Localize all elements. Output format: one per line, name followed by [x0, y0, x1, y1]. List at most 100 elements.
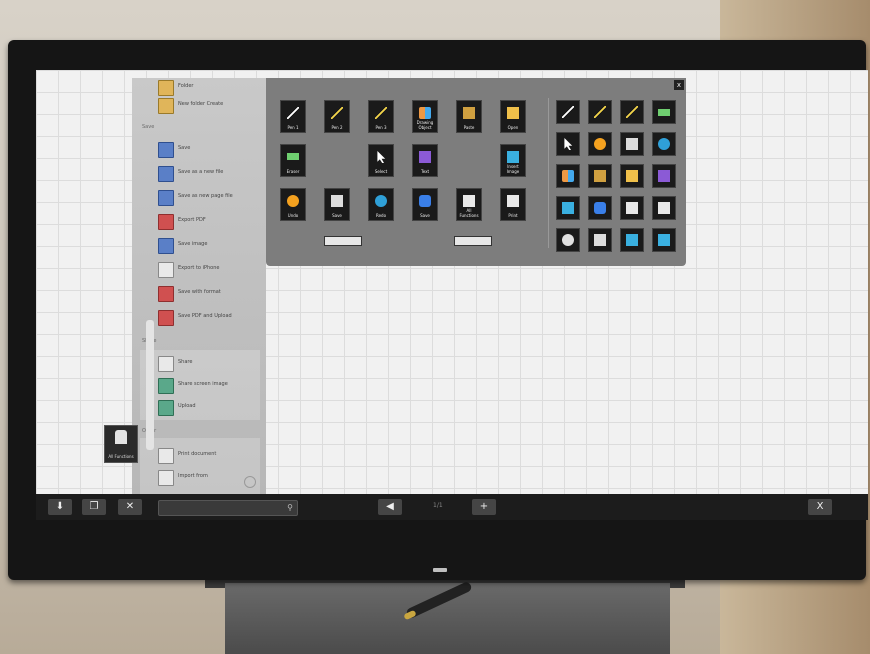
tool-pen-1[interactable]: Pen 1	[280, 100, 306, 133]
tool-save[interactable]: Save	[324, 188, 350, 221]
briefcase-icon	[658, 202, 670, 214]
close-button[interactable]: x	[674, 80, 684, 90]
sidebar-item-save-page[interactable]: Save as new page file	[158, 188, 258, 208]
whiteboard-canvas[interactable]: Folder New folder Create Save Save Save …	[36, 70, 868, 494]
quick-paste[interactable]	[588, 164, 612, 188]
tool-eraser[interactable]: Eraser	[280, 144, 306, 177]
folder-icon	[158, 98, 174, 114]
tool-paste[interactable]: Paste	[456, 100, 482, 133]
sidebar-item-save-as[interactable]: Save as a new file	[158, 164, 258, 184]
sidebar-item-export-pdf[interactable]: Export PDF	[158, 212, 258, 232]
previous-page-button[interactable]: ◀	[378, 499, 402, 515]
quick-open[interactable]	[620, 164, 644, 188]
all-functions-shortcut[interactable]: All Functions	[104, 425, 138, 463]
tool-open[interactable]: Open	[500, 100, 526, 133]
sidebar-scrollbar[interactable]	[146, 320, 154, 450]
sidebar-item-upload[interactable]: Upload	[158, 398, 258, 418]
quick-text[interactable]	[652, 164, 676, 188]
sidebar-item-save-image[interactable]: Save image	[158, 236, 258, 256]
quick-image[interactable]	[556, 196, 580, 220]
tool-drawing-object[interactable]: Drawing Object	[412, 100, 438, 133]
tool-select[interactable]: Select	[368, 144, 394, 177]
redo-icon	[375, 195, 387, 207]
share-icon	[158, 378, 174, 394]
quick-all-functions[interactable]	[652, 196, 676, 220]
quick-mail[interactable]	[620, 228, 644, 252]
folder-icon	[158, 80, 174, 96]
tool-label: Select	[374, 169, 388, 174]
quick-eraser[interactable]	[652, 100, 676, 124]
floppy-icon	[158, 166, 174, 182]
gear-icon[interactable]	[244, 476, 256, 488]
quick-pen-2[interactable]	[588, 100, 612, 124]
folder-icon	[626, 170, 638, 182]
floppy-icon	[419, 195, 431, 207]
tool-undo[interactable]: Undo	[280, 188, 306, 221]
tool-pen-2[interactable]: Pen 2	[324, 100, 350, 133]
tool-label: Paste	[463, 125, 475, 130]
tools-button[interactable]: ✕	[118, 499, 142, 515]
cursor-icon	[564, 138, 573, 150]
sidebar-item-label: Export PDF	[178, 217, 206, 223]
tool-all-functions[interactable]: All Functions	[456, 188, 482, 221]
upload-icon	[158, 400, 174, 416]
sidebar-item-import[interactable]: Import from	[158, 468, 258, 488]
pen-icon	[562, 106, 574, 118]
sidebar-item-label: Export to iPhone	[178, 265, 220, 271]
download-button[interactable]: ⬇	[48, 499, 72, 515]
copy-button[interactable]: ❐	[82, 499, 106, 515]
tool-print[interactable]: Print	[500, 188, 526, 221]
sidebar-item-share[interactable]: Share	[158, 354, 258, 374]
printer-icon	[507, 195, 519, 207]
quick-pen-1[interactable]	[556, 100, 580, 124]
pdf-icon	[158, 286, 174, 302]
quick-inbox[interactable]	[652, 228, 676, 252]
close-app-button[interactable]: X	[808, 499, 832, 515]
briefcase-icon	[463, 195, 475, 207]
redo-icon	[658, 138, 670, 150]
quick-save[interactable]	[620, 132, 644, 156]
quick-screen[interactable]	[588, 228, 612, 252]
tool-label: Open	[507, 125, 519, 130]
add-page-button[interactable]: +	[472, 499, 496, 515]
tool-label: Print	[508, 213, 518, 218]
document-icon	[158, 262, 174, 278]
tool-label: Redo	[375, 213, 387, 218]
search-input[interactable]: ⚲	[158, 500, 298, 516]
print-icon	[158, 448, 174, 464]
sidebar-item-save-format[interactable]: Save with format	[158, 284, 258, 304]
sidebar-item-save-pdf-upload[interactable]: Save PDF and Upload	[158, 308, 258, 328]
paste-icon	[463, 107, 475, 119]
tool-redo[interactable]: Redo	[368, 188, 394, 221]
section-header-save: Save	[142, 124, 155, 130]
pen-icon	[375, 107, 387, 119]
quick-undo[interactable]	[588, 132, 612, 156]
left-size-control[interactable]	[324, 236, 362, 246]
tool-save-2[interactable]: Save	[412, 188, 438, 221]
sidebar-item-folder[interactable]: Folder	[158, 78, 258, 98]
tool-label: All Functions	[459, 208, 479, 218]
sidebar-item-label: Save with format	[178, 289, 221, 295]
save-icon	[331, 195, 343, 207]
quick-select[interactable]	[556, 132, 580, 156]
quick-pen-3[interactable]	[620, 100, 644, 124]
sidebar-item-share-screen[interactable]: Share screen image	[158, 376, 258, 396]
sidebar-item-new-folder[interactable]: New folder Create	[158, 96, 258, 116]
sidebar-item-export-iphone[interactable]: Export to iPhone	[158, 260, 258, 280]
sidebar-item-label: Save as new page file	[178, 193, 233, 199]
quick-floppy[interactable]	[588, 196, 612, 220]
quick-print[interactable]	[620, 196, 644, 220]
sidebar-item-save[interactable]: Save	[158, 140, 258, 160]
quick-shapes[interactable]	[556, 164, 580, 188]
sidebar-item-print[interactable]: Print document	[158, 446, 258, 466]
tool-pen-3[interactable]: Pen 3	[368, 100, 394, 133]
right-size-control[interactable]	[454, 236, 492, 246]
tool-text[interactable]: Text	[412, 144, 438, 177]
quick-redo[interactable]	[652, 132, 676, 156]
sidebar-item-label: Upload	[178, 403, 196, 409]
sidebar-item-label: Save PDF and Upload	[178, 313, 232, 319]
tool-insert-image[interactable]: Insert Image	[500, 144, 526, 177]
quick-zoom[interactable]	[556, 228, 580, 252]
pen-icon	[594, 106, 606, 118]
image-icon	[507, 151, 519, 163]
